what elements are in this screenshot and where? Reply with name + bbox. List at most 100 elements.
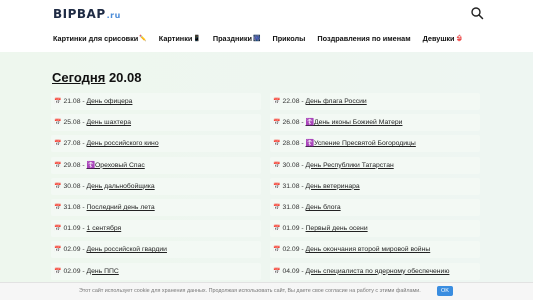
holiday-date: 04.09 -	[282, 267, 304, 275]
nav-item-emoji-icon: 🎆	[252, 36, 261, 42]
holiday-date: 29.08 -	[63, 161, 85, 169]
calendar-icon: 📅	[273, 268, 281, 275]
nav-item-label: Картинки	[158, 34, 193, 43]
holiday-link[interactable]: День офицера	[87, 98, 133, 105]
holiday-link[interactable]: 1 сентября	[87, 225, 122, 232]
holiday-card: 📅 27.08 - День российского кино	[51, 135, 261, 153]
nav-item[interactable]: Картинки для срисовки ✏️	[53, 34, 147, 43]
nav-item-label: Праздники	[212, 34, 252, 43]
holiday-link[interactable]: ☦️День иконы Божией Матери	[306, 119, 403, 126]
nav-item[interactable]: Приколы	[272, 34, 305, 43]
holiday-link[interactable]: ☦️Успение Пресвятой Богородицы	[306, 140, 416, 147]
calendar-icon: 📅	[273, 141, 281, 148]
holiday-date: 25.08 -	[63, 119, 85, 127]
nav-item[interactable]: Праздники 🎆	[213, 34, 261, 43]
calendar-icon: 📅	[273, 205, 281, 211]
holiday-card: 📅 02.09 - День окончания второй мировой в…	[270, 241, 480, 259]
calendar-icon: 📅	[54, 205, 62, 211]
holiday-date: 02.09 -	[63, 267, 85, 275]
calendar-icon: 📅	[273, 183, 281, 190]
nav-item-label: Приколы	[272, 34, 306, 43]
holiday-link[interactable]: Первый день осени	[306, 225, 368, 232]
calendar-icon: 📅	[54, 247, 62, 254]
nav-item-emoji-icon: 📱	[193, 36, 201, 42]
holiday-card: 📅 01.09 - 1 сентября	[51, 220, 261, 238]
nav-item-label: Девушки	[422, 34, 455, 43]
holiday-card: 📅 28.08 - ☦️Успение Пресвятой Богородицы	[270, 135, 480, 153]
holiday-date: 21.08 -	[63, 98, 85, 105]
calendar-icon: 📅	[54, 120, 62, 127]
holiday-card: 📅 02.09 - День ППС	[51, 262, 261, 280]
holiday-card: 📅 04.09 - День специалиста по ядерному об…	[270, 262, 480, 280]
holiday-card: 📅 26.08 - ☦️День иконы Божией Матери	[270, 114, 480, 132]
title-today-link[interactable]: Сегодня	[52, 70, 105, 85]
nav-item-label: Картинки для срисовки	[53, 34, 139, 43]
calendar-icon: 📅	[273, 99, 281, 105]
calendar-icon: 📅	[273, 162, 281, 169]
holiday-link[interactable]: День Республики Татарстан	[306, 162, 394, 169]
holiday-card: 📅 02.09 - День российской гвардии	[51, 241, 261, 259]
logo-tld: .ru	[106, 11, 121, 20]
holiday-date: 31.08 -	[282, 204, 304, 211]
holiday-link[interactable]: День ППС	[87, 268, 119, 275]
holiday-link[interactable]: День блога	[306, 204, 341, 211]
nav-item-label: Поздравления по именам	[317, 34, 411, 43]
holiday-card: 📅 30.08 - День Республики Татарстан	[270, 156, 480, 174]
holiday-card: 📅 30.08 - День дальнобойщика	[51, 177, 261, 195]
cookie-ok-button[interactable]: OK	[437, 286, 453, 296]
calendar-icon: 📅	[273, 226, 281, 233]
cookie-text: Этот сайт использует cookie для хранения…	[79, 288, 421, 294]
holiday-card: 📅 31.08 - День ветеринара	[270, 177, 480, 195]
holiday-date: 28.08 -	[282, 140, 304, 148]
cookie-banner: Этот сайт использует cookie для хранения…	[0, 282, 533, 300]
search-icon[interactable]	[470, 6, 484, 20]
site-header: BIPBAP.ru Картинки для срисовки ✏️ Картинк…	[0, 0, 533, 52]
holiday-link[interactable]: ☦️Ореховый Спас	[87, 162, 145, 169]
holiday-link[interactable]: День флага России	[306, 98, 367, 105]
holiday-date: 01.09 -	[63, 225, 85, 233]
calendar-icon: 📅	[54, 268, 62, 275]
holiday-card: 📅 21.08 - День офицера	[51, 93, 261, 110]
holiday-card: 📅 22.08 - День флага России	[270, 93, 480, 110]
holiday-date: 31.08 -	[63, 204, 85, 211]
holiday-link[interactable]: День шахтера	[87, 119, 132, 126]
holiday-date: 31.08 -	[282, 182, 304, 190]
holiday-link[interactable]: День специалиста по ядерному обеспечению	[306, 268, 450, 275]
calendar-icon: 📅	[54, 226, 62, 233]
holiday-date: 26.08 -	[282, 119, 304, 127]
calendar-icon: 📅	[54, 183, 62, 190]
holiday-date: 22.08 -	[282, 98, 304, 105]
calendar-icon: 📅	[54, 99, 62, 105]
nav-item[interactable]: Девушки 👙	[423, 34, 463, 43]
nav-item[interactable]: Картинки 📱	[159, 34, 201, 43]
nav-item-emoji-icon: ✏️	[139, 36, 147, 42]
calendar-icon: 📅	[273, 247, 281, 254]
holiday-link[interactable]: Последний день лета	[87, 204, 155, 211]
title-date: 20.08	[108, 70, 142, 85]
site-logo[interactable]: BIPBAP.ru	[53, 7, 121, 21]
holiday-link[interactable]: День российского кино	[87, 140, 159, 147]
calendar-icon: 📅	[54, 162, 62, 169]
holiday-card: 📅 29.08 - ☦️Ореховый Спас	[51, 156, 261, 174]
holiday-date: 30.08 -	[282, 161, 304, 169]
calendar-icon: 📅	[54, 141, 62, 148]
holiday-date: 27.08 -	[63, 140, 85, 148]
logo-text: BIPBAP	[53, 7, 106, 21]
holiday-date: 02.09 -	[63, 246, 85, 254]
page-title: Сегодня 20.08	[52, 70, 142, 85]
holiday-date: 01.09 -	[282, 225, 304, 233]
calendar-icon: 📅	[273, 120, 281, 127]
holiday-link[interactable]: День окончания второй мировой войны	[306, 246, 431, 253]
holiday-link[interactable]: День дальнобойщика	[87, 183, 155, 190]
holiday-card: 📅 31.08 - Последний день лета	[51, 199, 261, 216]
holiday-link[interactable]: День российской гвардии	[87, 246, 167, 253]
holiday-card: 📅 31.08 - День блога	[270, 199, 480, 216]
nav-item-emoji-icon: 👙	[455, 36, 464, 42]
nav-item[interactable]: Поздравления по именам	[317, 34, 410, 43]
holiday-card: 📅 01.09 - Первый день осени	[270, 220, 480, 238]
main-content: Сегодня 20.08 📅 21.08 - День офицера 📅 25.0…	[0, 52, 533, 300]
holiday-link[interactable]: День ветеринара	[306, 183, 360, 190]
main-nav: Картинки для срисовки ✏️ Картинки 📱 Праздник…	[53, 34, 475, 43]
holiday-card: 📅 25.08 - День шахтера	[51, 114, 261, 132]
holiday-date: 02.09 -	[282, 246, 304, 254]
